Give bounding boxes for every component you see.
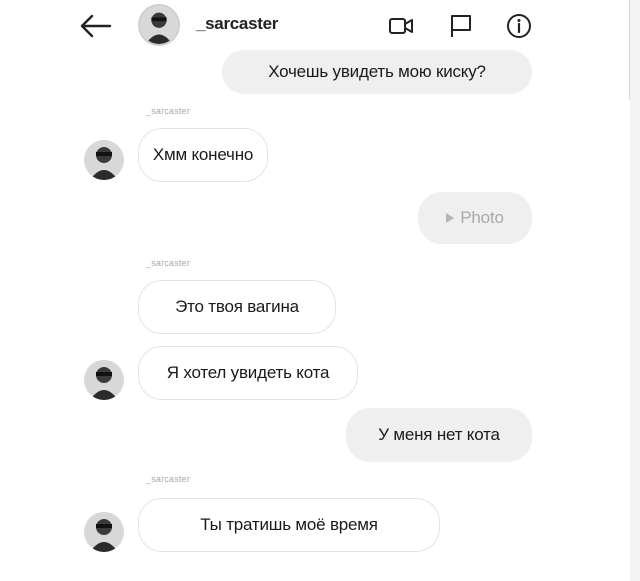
back-arrow-icon[interactable] [78, 10, 114, 42]
flag-icon[interactable] [448, 13, 474, 39]
photo-message-bubble[interactable]: Photo [418, 192, 532, 244]
chat-username[interactable]: _sarcaster [196, 14, 278, 34]
sender-avatar[interactable] [84, 512, 124, 552]
play-icon [446, 213, 455, 223]
photo-label: Photo [460, 208, 504, 227]
message-bubble-incoming[interactable]: Это твоя вагина [138, 280, 336, 334]
message-text: Хочешь увидеть мою киску? [268, 62, 486, 81]
message-bubble-outgoing[interactable]: У меня нет кота [346, 408, 532, 462]
video-call-icon[interactable] [388, 13, 414, 39]
sender-avatar[interactable] [84, 140, 124, 180]
screen-edge [630, 0, 640, 581]
sender-label: _sarcaster [146, 258, 191, 268]
sender-label: _sarcaster [146, 106, 191, 116]
sender-label: _sarcaster [146, 474, 191, 484]
info-icon[interactable] [506, 13, 532, 39]
message-text: Хмм конечно [152, 145, 254, 164]
message-text: Ты тратишь моё время [200, 515, 378, 534]
message-bubble-incoming[interactable]: Хмм конечно [138, 128, 268, 182]
sender-avatar[interactable] [84, 360, 124, 400]
message-text: Это твоя вагина [175, 297, 299, 316]
message-bubble-outgoing[interactable]: Хочешь увидеть мою киску? [222, 50, 532, 94]
message-text: У меня нет кота [378, 425, 500, 444]
message-bubble-incoming[interactable]: Ты тратишь моё время [138, 498, 440, 552]
message-bubble-incoming[interactable]: Я хотел увидеть кота [138, 346, 358, 400]
avatar[interactable] [138, 4, 180, 46]
message-text: Я хотел увидеть кота [166, 363, 330, 382]
